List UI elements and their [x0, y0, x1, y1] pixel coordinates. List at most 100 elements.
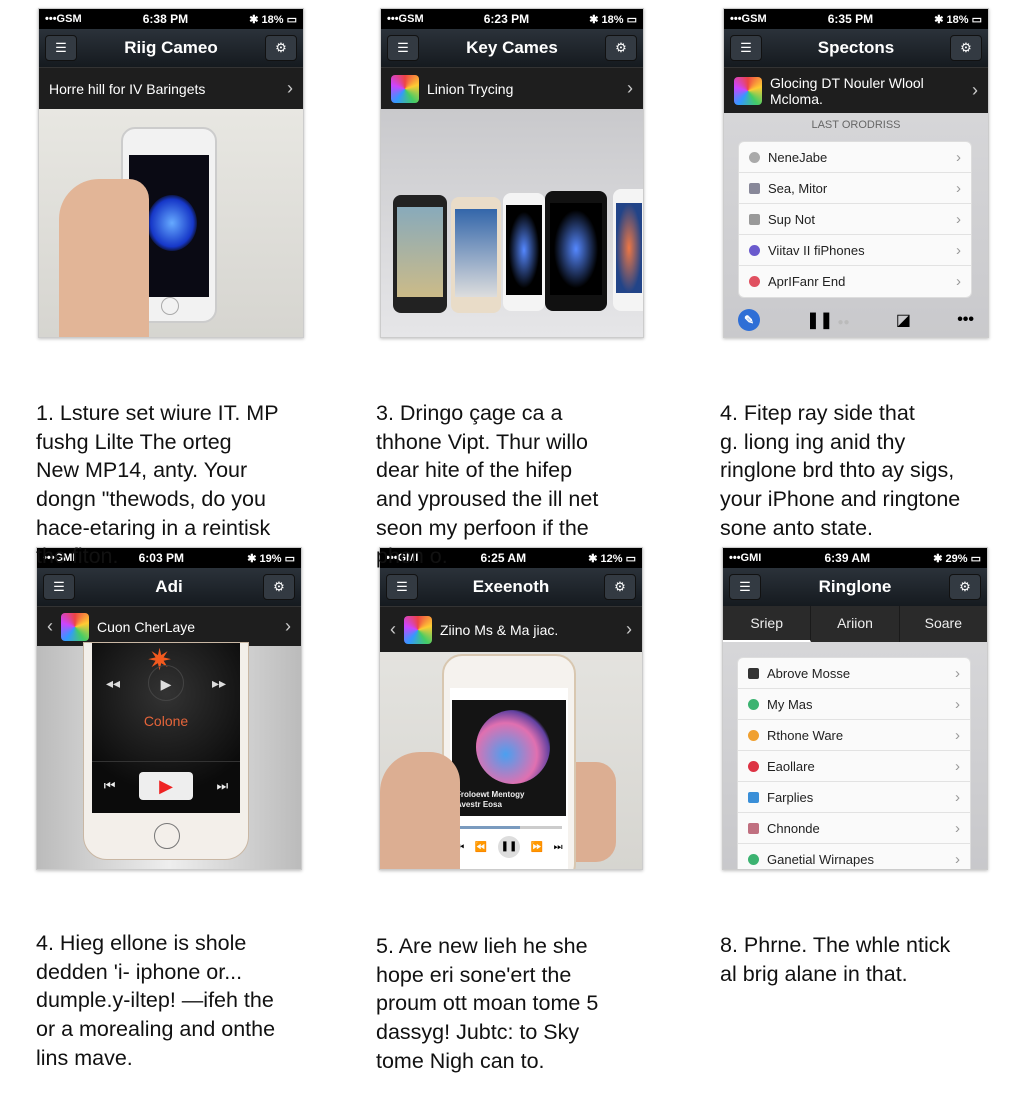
photo-phone-lineup — [381, 109, 643, 337]
list-item[interactable]: My Mas › — [738, 689, 970, 720]
clock: 6:35 PM — [827, 12, 874, 26]
battery: ✱ 18% ▭ — [589, 13, 637, 26]
play-icon[interactable]: ▶ — [147, 665, 184, 701]
settings-button[interactable]: ⚙ — [605, 35, 637, 61]
menu-button[interactable]: ☰ — [45, 35, 77, 61]
fast-forward-icon[interactable]: ▸▸ — [212, 675, 226, 701]
nav-bar: ☰ Ringlone ⚙ — [723, 568, 987, 606]
item-icon — [748, 667, 759, 679]
item-icon — [749, 151, 760, 163]
settings-button[interactable]: ⚙ — [950, 35, 982, 61]
album-thumbnail — [391, 74, 419, 103]
rewind-icon[interactable]: ◂◂ — [106, 675, 120, 701]
list-item[interactable]: Abrove Mosse › — [738, 658, 970, 689]
nav-title: Key Cames — [466, 38, 558, 57]
chevron-left-icon[interactable]: ‹ — [390, 619, 396, 640]
screenshot-panel-6: •••GMI 6:39 AM ✱ 29% ▭ ☰ Ringlone ⚙ Sriep Ar… — [722, 547, 988, 870]
item-label: Farplies — [767, 789, 814, 805]
item-icon — [749, 182, 760, 194]
tab-1[interactable]: Sriep — [723, 606, 812, 642]
compose-icon[interactable]: ◪ — [896, 310, 911, 330]
subheader-label: Glocing DT Nouler Wlool Mcloma. — [770, 74, 924, 107]
screenshot-panel-3: •••GSM 6:35 PM ✱ 18% ▭ ☰ Spectons ⚙ Glocing … — [723, 8, 989, 338]
menu-button[interactable]: ☰ — [387, 35, 419, 61]
pause-button[interactable]: ❚❚ — [497, 836, 520, 858]
settings-button[interactable]: ⚙ — [265, 35, 297, 61]
settings-button[interactable]: ⚙ — [604, 574, 636, 600]
pause-icon[interactable]: ❚❚ ●● — [806, 310, 849, 330]
list-item[interactable]: AprIFanr End › — [739, 266, 971, 297]
status-bar: •••GSM 6:23 PM ✱ 18% ▭ — [381, 9, 643, 29]
photo-phone-player: ✷ ◂◂ ▶ ▸▸ Colone ⏮ ▶ ⏭ — [37, 642, 301, 869]
more-icon[interactable]: ••• — [957, 311, 974, 329]
item-icon — [748, 822, 759, 834]
edit-icon[interactable]: ✎ — [738, 309, 760, 331]
chevron-left-icon[interactable]: ‹ — [47, 616, 53, 637]
list-item[interactable]: Sup Not › — [739, 204, 971, 235]
progress-bar[interactable] — [456, 826, 562, 829]
list-card: Abrove Mosse › My Mas › Rthone Ware › Eaoll… — [737, 657, 971, 869]
battery: ✱ 18% ▭ — [249, 13, 297, 26]
chevron-right-icon: › — [287, 78, 293, 98]
hand-image — [59, 179, 149, 337]
item-label: Rthone Ware — [767, 727, 844, 743]
play-button[interactable]: ▶ — [139, 772, 193, 800]
item-icon — [749, 213, 760, 225]
chevron-right-icon: › — [955, 788, 960, 806]
item-icon — [748, 760, 759, 772]
caption-3: 4. Fitep ray side that g. liong ing anid … — [720, 401, 961, 540]
item-label: Sup Not — [768, 211, 815, 227]
settings-button[interactable]: ⚙ — [949, 574, 981, 600]
item-icon — [748, 729, 759, 741]
status-bar: •••GSM 6:38 PM ✱ 18% ▭ — [39, 9, 303, 29]
list-item[interactable]: NeneJabe › — [739, 142, 971, 173]
fast-forward-icon[interactable]: ⏩ — [531, 842, 543, 853]
skip-forward-icon[interactable]: ⏭ — [554, 842, 563, 853]
subheader-row[interactable]: Horre hill for IV Baringets › — [39, 67, 303, 109]
subheader-row[interactable]: Linion Trycing › — [381, 67, 643, 109]
list-item[interactable]: Eaollare › — [738, 751, 970, 782]
rewind-icon[interactable]: ⏪ — [475, 842, 487, 853]
item-label: Viitav II fiPhones — [768, 242, 865, 258]
list-item[interactable]: Viitav II fiPhones › — [739, 235, 971, 266]
subheader-row[interactable]: ‹ Cuon CherLaye › — [37, 606, 301, 646]
album-thumbnail — [734, 76, 762, 105]
subheader-label: Ziino Ms & Ma jiac. — [440, 621, 559, 638]
item-label: Ganetial Wirnapes — [767, 852, 874, 867]
photo-hand-phone — [39, 109, 303, 337]
section-label: LAST ORODRISS — [811, 119, 901, 131]
clock: 6:38 PM — [142, 12, 189, 26]
status-bar: •••GSM 6:35 PM ✱ 18% ▭ — [724, 9, 988, 29]
caption-1: 1. Lsture set wiure IT. MP fushg Lilte Th… — [36, 401, 279, 569]
list-item[interactable]: Sea, Mitor › — [739, 173, 971, 204]
screen-label: Colone — [143, 713, 189, 729]
chevron-icon[interactable]: › — [626, 619, 632, 640]
chevron-right-icon: › — [956, 148, 961, 166]
subheader-row[interactable]: ‹ Ziino Ms & Ma jiac. › — [380, 606, 642, 652]
tab-2[interactable]: Ariion — [811, 606, 900, 642]
menu-button[interactable]: ☰ — [730, 35, 762, 61]
phone-image — [393, 195, 447, 313]
tab-3[interactable]: Soare — [900, 606, 987, 642]
menu-button[interactable]: ☰ — [729, 574, 761, 600]
caption-2: 3. Dringo çage ca a thhone Vipt. Thur wil… — [376, 401, 599, 569]
skip-back-icon[interactable]: ⏮ — [104, 778, 116, 794]
phone-image — [503, 193, 545, 311]
chevron-right-icon[interactable]: › — [285, 616, 291, 637]
nav-title: Riig Cameo — [124, 38, 218, 57]
subheader-row[interactable]: Glocing DT Nouler Wlool Mcloma. › — [724, 67, 988, 113]
list-item[interactable]: Ganetial Wirnapes › — [738, 844, 970, 869]
phone-image: Froloewt Mentogy Avestr Eosa ⏮⏪❚❚⏩⏭ — [442, 654, 576, 869]
screenshot-panel-1: •••GSM 6:38 PM ✱ 18% ▭ ☰ Riig Cameo ⚙ Horre … — [38, 8, 304, 338]
item-label: Abrove Mosse — [767, 665, 851, 681]
list-item[interactable]: Rthone Ware › — [738, 720, 970, 751]
carrier: •••GSM — [45, 13, 82, 25]
item-icon — [748, 698, 759, 710]
chevron-right-icon: › — [627, 78, 633, 98]
item-label: My Mas — [767, 696, 813, 712]
skip-forward-icon[interactable]: ⏭ — [217, 778, 229, 794]
hand-image — [380, 752, 460, 869]
hand-image — [576, 762, 616, 862]
list-item[interactable]: Chnonde › — [738, 813, 970, 844]
list-item[interactable]: Farplies › — [738, 782, 970, 813]
